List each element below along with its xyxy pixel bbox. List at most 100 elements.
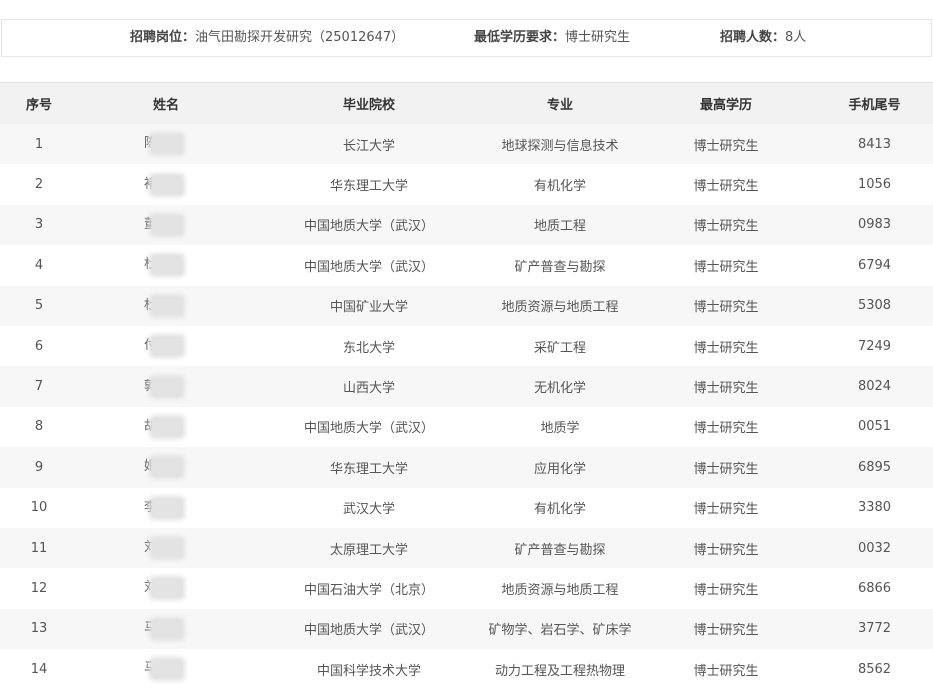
cell-phone: 6895 bbox=[816, 447, 933, 488]
cell-degree: 博士研究生 bbox=[636, 285, 816, 326]
cell-degree: 博士研究生 bbox=[636, 204, 816, 246]
cell-degree: 博士研究生 bbox=[636, 245, 816, 286]
cell-phone: 6866 bbox=[816, 568, 933, 609]
table-body: 1 陈长江大学 地球探测与信息技术 博士研究生 8413 2 褚华东理工大学 有机化学 博士研究… bbox=[0, 124, 933, 689]
cell-name: 杜 bbox=[78, 245, 254, 286]
cell-name: 郭 bbox=[78, 366, 254, 407]
cell-phone: 3380 bbox=[816, 487, 933, 528]
column-header-major: 专业 bbox=[484, 82, 636, 124]
cell-school: 中国矿业大学 bbox=[254, 285, 484, 326]
cell-index: 11 bbox=[0, 527, 78, 569]
cell-index: 2 bbox=[0, 164, 78, 205]
name-redaction-blur bbox=[152, 175, 182, 194]
table-row: 4 杜 中国地质大学（武汉） 矿产普查与勘探 博士研究生 6794 bbox=[0, 245, 933, 286]
cell-school: 华东理工大学 bbox=[254, 447, 484, 488]
cell-degree: 博士研究生 bbox=[636, 366, 816, 407]
cell-phone: 5308 bbox=[816, 285, 933, 326]
cell-degree: 博士研究生 bbox=[636, 487, 816, 528]
name-redaction-blur bbox=[152, 256, 182, 275]
name-wrapper: 董 bbox=[144, 214, 188, 236]
cell-degree: 博士研究生 bbox=[636, 527, 816, 569]
cell-name: 杜 bbox=[78, 285, 254, 326]
cell-name: 姬 bbox=[78, 447, 254, 488]
headcount-value: 8人 bbox=[785, 30, 807, 45]
cell-degree: 博士研究生 bbox=[636, 406, 816, 448]
education-info: 最低学历要求：博士研究生 bbox=[474, 20, 630, 56]
cell-index: 5 bbox=[0, 285, 78, 326]
cell-school: 武汉大学 bbox=[254, 487, 484, 528]
column-header-index: 序号 bbox=[0, 82, 78, 124]
cell-index: 4 bbox=[0, 245, 78, 286]
cell-degree: 博士研究生 bbox=[636, 325, 816, 367]
cell-school: 中国地质大学（武汉） bbox=[254, 245, 484, 286]
cell-phone: 8024 bbox=[816, 366, 933, 407]
cell-index: 9 bbox=[0, 447, 78, 488]
cell-major: 地球探测与信息技术 bbox=[484, 124, 636, 165]
cell-name: 陈 bbox=[78, 124, 254, 165]
name-wrapper: 马 bbox=[144, 658, 188, 680]
cell-phone: 1056 bbox=[816, 164, 933, 205]
cell-name: 李 bbox=[78, 487, 254, 528]
cell-name: 褚 bbox=[78, 164, 254, 205]
position-info: 招聘岗位：油气田勘探开发研究（25012647） bbox=[130, 20, 404, 56]
cell-school: 中国石油大学（北京） bbox=[254, 568, 484, 609]
table-row: 10 李 武汉大学 有机化学 博士研究生 3380 bbox=[0, 487, 933, 528]
name-wrapper: 杜 bbox=[144, 254, 188, 276]
position-value: 油气田勘探开发研究（25012647） bbox=[195, 30, 405, 45]
cell-phone: 0983 bbox=[816, 204, 933, 246]
cell-major: 矿产普查与勘探 bbox=[484, 527, 636, 569]
table-row: 5 杜 中国矿业大学 地质资源与地质工程 博士研究生 5308 bbox=[0, 285, 933, 326]
cell-school: 东北大学 bbox=[254, 325, 484, 367]
cell-major: 矿产普查与勘探 bbox=[484, 245, 636, 286]
cell-index: 3 bbox=[0, 204, 78, 246]
name-wrapper: 褚 bbox=[144, 174, 188, 196]
cell-major: 有机化学 bbox=[484, 164, 636, 205]
cell-school: 中国地质大学（武汉） bbox=[254, 608, 484, 650]
cell-name: 董 bbox=[78, 204, 254, 246]
cell-name: 马 bbox=[78, 608, 254, 650]
table-row: 2 褚 华东理工大学 有机化学 博士研究生 1056 bbox=[0, 164, 933, 205]
table-row: 7 郭 山西大学 无机化学 博士研究生 8024 bbox=[0, 366, 933, 407]
headcount-label: 招聘人数： bbox=[720, 30, 786, 45]
cell-major: 地质资源与地质工程 bbox=[484, 568, 636, 609]
table-row: 6 付 东北大学 采矿工程 博士研究生 7249 bbox=[0, 325, 933, 367]
table-row: 8 胡 中国地质大学（武汉） 地质学 博士研究生 0051 bbox=[0, 406, 933, 448]
cell-degree: 博士研究生 bbox=[636, 608, 816, 650]
cell-major: 地质学 bbox=[484, 406, 636, 448]
position-label: 招聘岗位： bbox=[130, 30, 196, 45]
table-row: 1 陈 长江大学 地球探测与信息技术 博士研究生 8413 bbox=[0, 124, 933, 165]
name-redaction-blur bbox=[152, 619, 182, 638]
cell-index: 6 bbox=[0, 325, 78, 367]
cell-major: 地质资源与地质工程 bbox=[484, 285, 636, 326]
name-wrapper: 郭 bbox=[144, 376, 188, 398]
cell-school: 长江大学 bbox=[254, 124, 484, 165]
cell-major: 地质工程 bbox=[484, 204, 636, 246]
cell-major: 动力工程及工程热物理 bbox=[484, 649, 636, 689]
cell-name: 胡 bbox=[78, 406, 254, 448]
table-row: 12 刘 中国石油大学（北京） 地质资源与地质工程 博士研究生 6866 bbox=[0, 568, 933, 609]
name-redaction-blur bbox=[152, 458, 182, 477]
cell-name: 刘 bbox=[78, 568, 254, 609]
cell-school: 中国地质大学（武汉） bbox=[254, 204, 484, 246]
column-header-name: 姓名 bbox=[78, 82, 254, 124]
cell-index: 14 bbox=[0, 649, 78, 689]
column-header-school: 毕业院校 bbox=[254, 82, 484, 124]
name-wrapper: 刘 bbox=[144, 577, 188, 599]
name-wrapper: 马 bbox=[144, 618, 188, 640]
cell-phone: 8562 bbox=[816, 649, 933, 689]
cell-major: 应用化学 bbox=[484, 447, 636, 488]
cell-index: 8 bbox=[0, 406, 78, 448]
cell-major: 采矿工程 bbox=[484, 325, 636, 367]
table-header-row: 序号 姓名 毕业院校 专业 最高学历 手机尾号 bbox=[0, 82, 933, 124]
cell-phone: 0032 bbox=[816, 527, 933, 569]
name-redaction-blur bbox=[152, 215, 182, 234]
name-wrapper: 杜 bbox=[144, 295, 188, 317]
name-wrapper: 胡 bbox=[144, 416, 188, 438]
cell-school: 山西大学 bbox=[254, 366, 484, 407]
education-label: 最低学历要求： bbox=[474, 30, 566, 45]
cell-index: 13 bbox=[0, 608, 78, 650]
name-wrapper: 刘 bbox=[144, 537, 188, 559]
cell-phone: 0051 bbox=[816, 406, 933, 448]
education-value: 博士研究生 bbox=[565, 30, 631, 45]
name-redaction-blur bbox=[152, 660, 182, 679]
